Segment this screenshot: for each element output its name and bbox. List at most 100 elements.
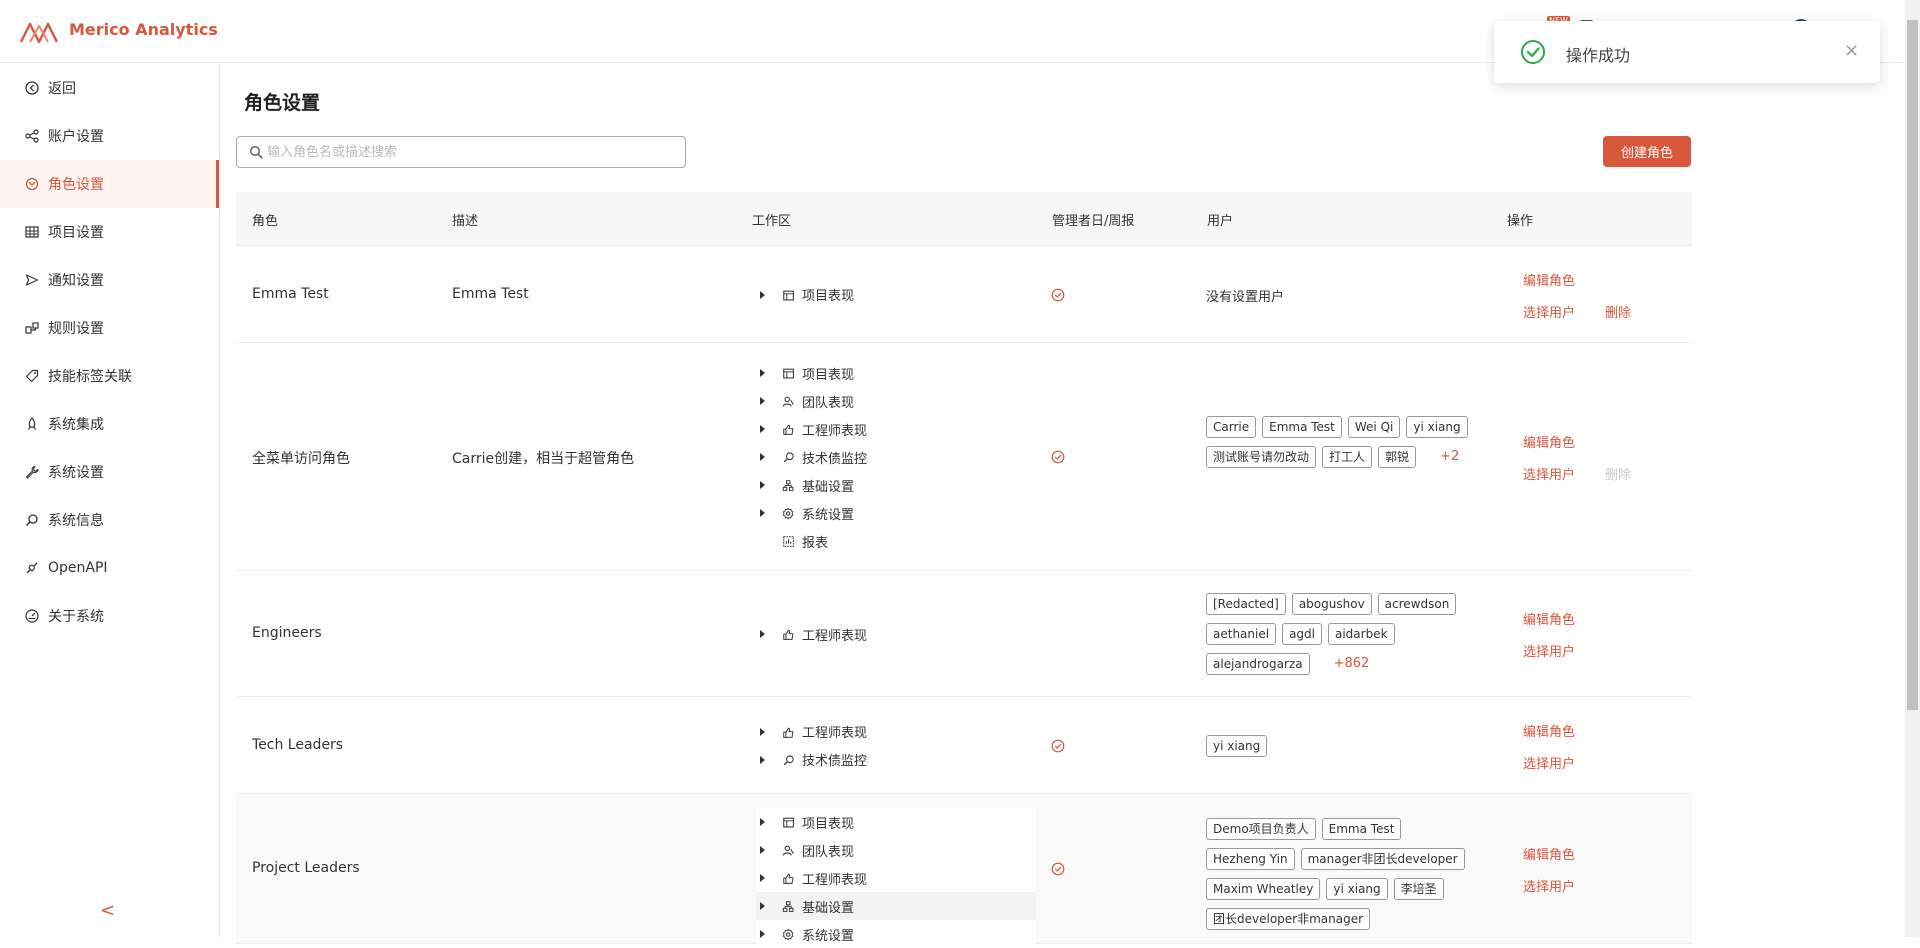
- header-workspace: 工作区: [752, 214, 792, 229]
- sidebar-item-label: 系统设置: [48, 465, 104, 481]
- header-desc: 描述: [452, 214, 479, 229]
- row-actions: 编辑角色 选择用户: [1523, 721, 1673, 772]
- collapse-sidebar-icon[interactable]: <: [100, 900, 115, 921]
- org-icon: [782, 901, 794, 912]
- workspace-item[interactable]: 系统设置: [756, 499, 1036, 527]
- sidebar-item-2[interactable]: 角色设置: [0, 160, 219, 208]
- workspace-item[interactable]: 团队表现: [756, 836, 1036, 864]
- select-users-button[interactable]: 选择用户: [1523, 876, 1575, 895]
- workspace-label: 系统设置: [802, 507, 855, 523]
- sidebar-item-0[interactable]: 返回: [0, 64, 219, 112]
- workspace-label: 团队表现: [802, 844, 855, 860]
- select-users-button[interactable]: 选择用户: [1523, 302, 1575, 321]
- sidebar-item-5[interactable]: 规则设置: [0, 304, 219, 352]
- expand-arrow-icon: [760, 537, 765, 545]
- expand-arrow-icon[interactable]: [760, 818, 765, 826]
- role-name: Engineers: [252, 625, 322, 641]
- expand-arrow-icon[interactable]: [760, 755, 765, 764]
- sidebar-item-9[interactable]: 系统信息: [0, 496, 219, 544]
- sidebar-item-8[interactable]: 系统设置: [0, 448, 219, 496]
- app-name: Merico Analytics: [69, 20, 218, 39]
- select-users-button[interactable]: 选择用户: [1523, 464, 1575, 483]
- expand-arrow-icon[interactable]: [760, 290, 765, 299]
- sidebar-item-1[interactable]: 账户设置: [0, 112, 219, 160]
- user-tag: Carrie: [1206, 416, 1257, 438]
- edit-role-button[interactable]: 编辑角色: [1523, 844, 1575, 863]
- workspace-item[interactable]: 报表: [756, 527, 1036, 555]
- expand-arrow-icon[interactable]: [760, 509, 765, 517]
- role-name: Tech Leaders: [252, 736, 344, 753]
- workspace-label: 团队表现: [802, 395, 855, 411]
- select-users-button[interactable]: 选择用户: [1523, 641, 1575, 660]
- toast-message: 操作成功: [1566, 46, 1631, 65]
- expand-arrow-icon[interactable]: [760, 727, 765, 736]
- scrollbar-thumb[interactable]: [1907, 20, 1918, 710]
- close-icon[interactable]: ×: [1844, 40, 1859, 61]
- user-tag: aidarbek: [1327, 623, 1395, 645]
- user-tag: Maxim Wheatley: [1206, 878, 1321, 900]
- workspace-item[interactable]: 技术债监控: [756, 746, 1036, 774]
- workspace-item[interactable]: 项目表现: [756, 281, 1036, 309]
- wrench-icon: [25, 465, 39, 479]
- sidebar-item-label: 通知设置: [48, 273, 104, 289]
- search-input[interactable]: [267, 141, 667, 163]
- create-role-button[interactable]: 创建角色: [1603, 136, 1691, 167]
- user-tag: acrewdson: [1377, 593, 1457, 615]
- user-tag: yi xiang: [1206, 734, 1268, 757]
- workspace-item[interactable]: 工程师表现: [756, 718, 1036, 746]
- expand-arrow-icon[interactable]: [760, 874, 765, 882]
- workspace-item[interactable]: 系统设置: [756, 920, 1036, 948]
- more-users-link[interactable]: +862: [1334, 653, 1370, 675]
- role-icon: [25, 177, 39, 191]
- expand-arrow-icon[interactable]: [760, 369, 765, 377]
- search-icon: [249, 145, 263, 159]
- workspace-label: 系统设置: [802, 928, 855, 944]
- workspace-item[interactable]: 基础设置: [756, 471, 1036, 499]
- expand-arrow-icon[interactable]: [760, 397, 765, 405]
- check-circle-icon: [1521, 40, 1545, 64]
- expand-arrow-icon[interactable]: [760, 630, 765, 638]
- sidebar-item-label: 返回: [48, 81, 76, 97]
- roles-table: 角色 描述 工作区 管理者日/周报 用户 操作 Emma Test Emma Te…: [236, 192, 1692, 948]
- select-users-button[interactable]: 选择用户: [1523, 753, 1575, 772]
- role-name: Project Leaders: [252, 860, 360, 876]
- sidebar-item-7[interactable]: 系统集成: [0, 400, 219, 448]
- user-tag: abogushov: [1291, 593, 1372, 615]
- workspace-item[interactable]: 基础设置: [756, 892, 1036, 920]
- workspace-item[interactable]: 工程师表现: [756, 620, 1036, 648]
- expand-arrow-icon[interactable]: [760, 425, 765, 433]
- workspace-item[interactable]: 团队表现: [756, 387, 1036, 415]
- more-users-link[interactable]: +2: [1440, 446, 1459, 468]
- workspace-item[interactable]: 工程师表现: [756, 415, 1036, 443]
- expand-arrow-icon[interactable]: [760, 846, 765, 854]
- edit-role-button[interactable]: 编辑角色: [1523, 721, 1575, 740]
- edit-role-button[interactable]: 编辑角色: [1523, 270, 1575, 289]
- no-users-text: 没有设置用户: [1206, 289, 1285, 305]
- sidebar-item-label: 关于系统: [48, 609, 104, 625]
- expand-arrow-icon[interactable]: [760, 453, 765, 461]
- expand-arrow-icon[interactable]: [760, 902, 765, 910]
- workspace-item[interactable]: 技术债监控: [756, 443, 1036, 471]
- workspace-item[interactable]: 项目表现: [756, 359, 1036, 387]
- delete-role-button[interactable]: 删除: [1605, 302, 1631, 321]
- user-tags: [Redacted] abogushov acrewdson aethaniel agd…: [1206, 593, 1476, 683]
- sidebar-item-4[interactable]: 通知设置: [0, 256, 219, 304]
- workspace-item[interactable]: 工程师表现: [756, 864, 1036, 892]
- workspace-item[interactable]: 项目表现: [756, 808, 1036, 836]
- sidebar-item-6[interactable]: 技能标签关联: [0, 352, 219, 400]
- sidebar-item-label: 项目设置: [48, 225, 104, 241]
- sidebar-item-11[interactable]: 关于系统: [0, 592, 219, 640]
- edit-role-button[interactable]: 编辑角色: [1523, 432, 1575, 451]
- edit-role-button[interactable]: 编辑角色: [1523, 609, 1575, 628]
- sidebar-item-10[interactable]: OpenAPI: [0, 544, 219, 592]
- row-actions: 编辑角色 选择用户: [1523, 844, 1673, 895]
- role-description: Carrie创建，相当于超管角色: [452, 451, 635, 467]
- workspace-tree: 工程师表现 技术债监控: [756, 718, 1036, 774]
- user-tag: aethaniel: [1206, 623, 1277, 645]
- header-report: 管理者日/周报: [1052, 214, 1135, 229]
- header-users: 用户: [1207, 214, 1234, 229]
- expand-arrow-icon[interactable]: [760, 481, 765, 489]
- role-name: 全菜单访问角色: [252, 451, 350, 467]
- sidebar-item-3[interactable]: 项目设置: [0, 208, 219, 256]
- workspace-label: 报表: [802, 535, 829, 551]
